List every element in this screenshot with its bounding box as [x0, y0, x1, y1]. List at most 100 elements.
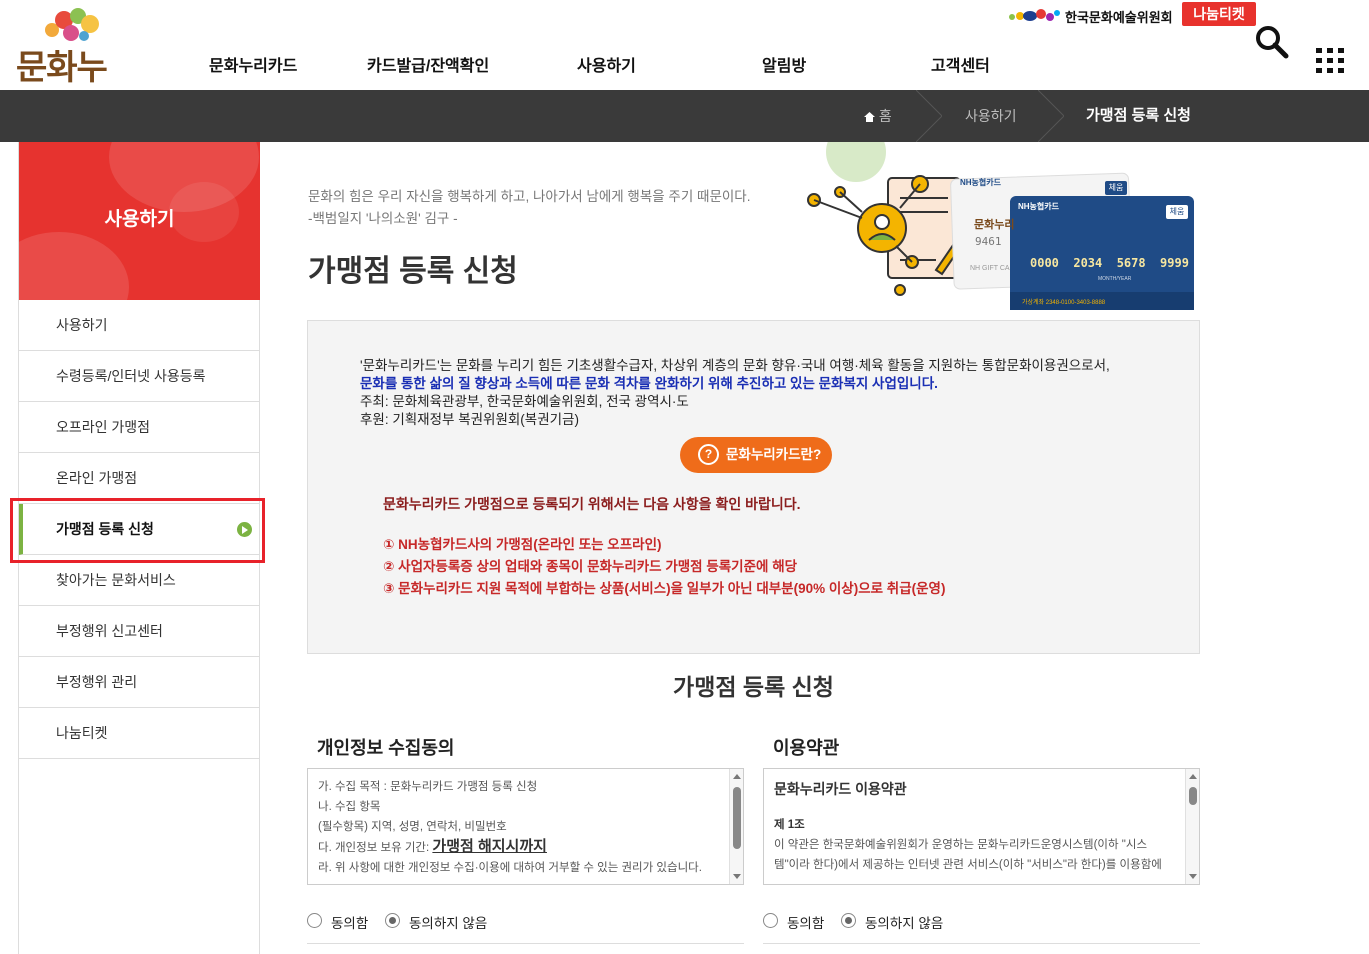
about-card-button-label: 문화누리카드란?	[726, 447, 822, 462]
sidebar-item-label: 부정행위 관리	[56, 674, 138, 690]
terms-scrollbar[interactable]	[1185, 769, 1199, 884]
radio-label: 동의하지 않음	[865, 916, 944, 931]
nav-customer-center[interactable]: 고객센터	[931, 52, 990, 76]
privacy-terms-box[interactable]: 가. 수집 목적 : 문화누리카드 가맹점 등록 신청 나. 수집 항목 (필수…	[307, 768, 744, 885]
breadcrumb-separator-icon	[1038, 90, 1064, 142]
radio-icon	[763, 913, 778, 928]
description-highlight: 문화를 통한 삶의 질 향상과 소득에 따른 문화 격차를 완화하기 위해 추진…	[360, 376, 938, 391]
breadcrumb-level1[interactable]: 사용하기	[965, 90, 1017, 142]
scroll-thumb[interactable]	[1189, 787, 1197, 805]
condition-item: ② 사업자등록증 상의 업태와 종목이 문화누리카드 가맹점 등록기준에 해당	[383, 559, 798, 574]
sidebar-item-label: 수령등록/인터넷 사용등록	[56, 368, 206, 384]
arts-council-logo-icon	[1009, 9, 1060, 21]
hero-card-brand: NH농협카드	[1018, 202, 1059, 211]
search-icon[interactable]	[1254, 24, 1290, 60]
sidebar-item-fraud-report[interactable]: 부정행위 신고센터	[19, 606, 260, 657]
about-card-button[interactable]: ? 문화누리카드란?	[680, 437, 832, 473]
privacy-retention-value: 가맹점 해지시까지	[432, 838, 547, 855]
sidebar-item-online-merchants[interactable]: 온라인 가맹점	[19, 453, 260, 504]
radio-label: 동의하지 않음	[409, 916, 488, 931]
terms-box[interactable]: 문화누리카드 이용약관 제 1조 이 약관은 한국문화예술위원회가 운영하는 문…	[763, 768, 1200, 885]
privacy-title: 개인정보 수집동의	[317, 738, 455, 758]
privacy-line: 가. 수집 목적 : 문화누리카드 가맹점 등록 신청	[318, 781, 538, 793]
nav-usage[interactable]: 사용하기	[577, 52, 636, 76]
logo-flower-icon	[45, 8, 99, 41]
privacy-consent: 개인정보 수집동의 가. 수집 목적 : 문화누리카드 가맹점 등록 신청 나.…	[307, 734, 744, 954]
sidebar-item-label: 사용하기	[56, 317, 108, 333]
quote-line: 문화의 힘은 우리 자신을 행복하게 하고, 나아가서 남에게 행복을 주기 때…	[308, 189, 751, 204]
privacy-retention: 다. 개인정보 보유 기간: 가맹점 해지시까지	[318, 837, 728, 858]
nav-culture-card[interactable]: 문화누리카드	[209, 52, 297, 76]
sidebar-item-fraud-management[interactable]: 부정행위 관리	[19, 657, 260, 708]
scroll-thumb[interactable]	[733, 787, 741, 849]
description-line: '문화누리카드'는 문화를 누리기 힘든 기초생활수급자, 차상위 계층의 문화…	[360, 358, 1110, 373]
program-description: '문화누리카드'는 문화를 누리기 힘든 기초생활수급자, 차상위 계층의 문화…	[360, 357, 1110, 429]
sidebar-item-registration[interactable]: 수령등록/인터넷 사용등록	[19, 351, 260, 402]
scroll-up-icon[interactable]	[1189, 774, 1197, 779]
hero-card-account: 가상계좌 2348-0100-3403-8888	[1022, 300, 1106, 306]
home-icon	[864, 112, 875, 122]
sidebar-header: 사용하기	[19, 142, 260, 300]
scroll-down-icon[interactable]	[733, 874, 741, 879]
privacy-line: 나. 수집 항목	[318, 801, 381, 813]
hero-card-back-brand: NH농협카드	[960, 178, 1001, 187]
hero-card-valid-label: MONTH/YEAR	[1098, 276, 1132, 282]
breadcrumb-current: 가맹점 등록 신청	[1086, 107, 1191, 124]
terms-heading: 문화누리카드 이용약관	[774, 781, 907, 797]
breadcrumb: 홈 사용하기 가맹점 등록 신청	[0, 90, 1369, 142]
breadcrumb-home-label: 홈	[878, 108, 892, 124]
sidebar-item-merchant-application[interactable]: 가맹점 등록 신청	[19, 504, 260, 555]
sidebar-item-label: 나눔티켓	[56, 725, 108, 741]
terms-consent-options: 동의함 동의하지 않음	[763, 908, 1200, 944]
radio-selected-icon	[385, 913, 400, 928]
sidebar-menu: 사용하기 수령등록/인터넷 사용등록 오프라인 가맹점 온라인 가맹점 가맹점 …	[19, 300, 260, 759]
sidebar-item-nanum-ticket[interactable]: 나눔티켓	[19, 708, 260, 759]
arts-council-link[interactable]: 한국문화예술위원회	[1008, 5, 1178, 25]
sidebar-item-label: 가맹점 등록 신청	[56, 521, 154, 537]
quote-author: -백범일지 '나의소원' 김구 -	[308, 211, 458, 226]
terms-consent: 이용약관 문화누리카드 이용약관 제 1조 이 약관은 한국문화예술위원회가 운…	[763, 734, 1200, 954]
radio-selected-icon	[841, 913, 856, 928]
organizer-text: 주최: 문화체육관광부, 한국문화예술위원회, 전국 광역시·도	[360, 394, 689, 409]
quote: 문화의 힘은 우리 자신을 행복하게 하고, 나아가서 남에게 행복을 주기 때…	[308, 186, 750, 230]
radio-label: 동의함	[787, 916, 825, 931]
privacy-line: 라. 위 사항에 대한 개인정보 수집·이용에 대하여 거부할 수 있는 권리가…	[318, 862, 702, 874]
sidebar-item-label: 찾아가는 문화서비스	[56, 572, 176, 588]
sidebar-item-usage[interactable]: 사용하기	[19, 300, 260, 351]
terms-article: 제 1조	[774, 819, 805, 831]
breadcrumb-separator-icon	[916, 90, 942, 142]
hero-card-back-label: NH GIFT CA	[970, 265, 1010, 272]
site-header: 문화누리 문화누리카드 카드발급/잔액확인 사용하기 알림방 고객센터 한국문화…	[0, 0, 1369, 136]
nanum-ticket-link[interactable]: 나눔티켓	[1182, 2, 1256, 26]
terms-title: 이용약관	[773, 738, 840, 758]
scroll-up-icon[interactable]	[733, 774, 741, 779]
program-info-box: '문화누리카드'는 문화를 누리기 힘든 기초생활수급자, 차상위 계층의 문화…	[307, 320, 1200, 654]
global-nav: 문화누리카드 카드발급/잔액확인 사용하기 알림방 고객센터	[0, 52, 1100, 76]
scroll-down-icon[interactable]	[1189, 874, 1197, 879]
condition-item: ① NH농협카드사의 가맹점(온라인 또는 오프라인)	[383, 537, 662, 552]
hero-card-back-logo: 문화누리	[974, 219, 1015, 231]
chevron-right-icon	[237, 522, 252, 537]
breadcrumb-home[interactable]: 홈	[864, 90, 892, 142]
sidebar-item-visiting-service[interactable]: 찾아가는 문화서비스	[19, 555, 260, 606]
all-menu-icon[interactable]	[1316, 48, 1344, 74]
section-title: 가맹점 등록 신청	[673, 674, 834, 700]
nav-card-issue[interactable]: 카드발급/잔액확인	[367, 52, 489, 76]
privacy-consent-options: 동의함 동의하지 않음	[307, 908, 744, 944]
terms-line: 이 약관은 한국문화예술위원회가 운영하는 문화누리카드운영시스템(이하 "시스	[774, 839, 1148, 851]
sponsor-text: 후원: 기획재정부 복권위원회(복권기금)	[360, 412, 579, 427]
sidebar-title: 사용하기	[104, 209, 175, 230]
privacy-terms-text: 가. 수집 목적 : 문화누리카드 가맹점 등록 신청 나. 수집 항목 (필수…	[318, 777, 728, 878]
sidebar-item-label: 온라인 가맹점	[56, 470, 138, 486]
privacy-scrollbar[interactable]	[729, 769, 743, 884]
hero-card-back-number: 9461	[975, 235, 1002, 248]
conditions-list: ① NH농협카드사의 가맹점(온라인 또는 오프라인) ② 사업자등록증 상의 …	[383, 534, 945, 600]
sidebar-item-offline-merchants[interactable]: 오프라인 가맹점	[19, 402, 260, 453]
hero-card-number: 0000 2034 5678 9999	[1030, 256, 1189, 270]
terms-line: 템"이라 한다)에서 제공하는 인터넷 관련 서비스(이하 "서비스"라 한다)…	[774, 859, 1162, 871]
conditions-title: 문화누리카드 가맹점으로 등록되기 위해서는 다음 사항을 확인 바랍니다.	[383, 496, 801, 512]
page-title: 가맹점 등록 신청	[308, 255, 518, 288]
arts-council-label: 한국문화예술위원회	[1065, 10, 1173, 25]
nav-notice[interactable]: 알림방	[762, 52, 806, 76]
question-icon: ?	[698, 444, 719, 465]
